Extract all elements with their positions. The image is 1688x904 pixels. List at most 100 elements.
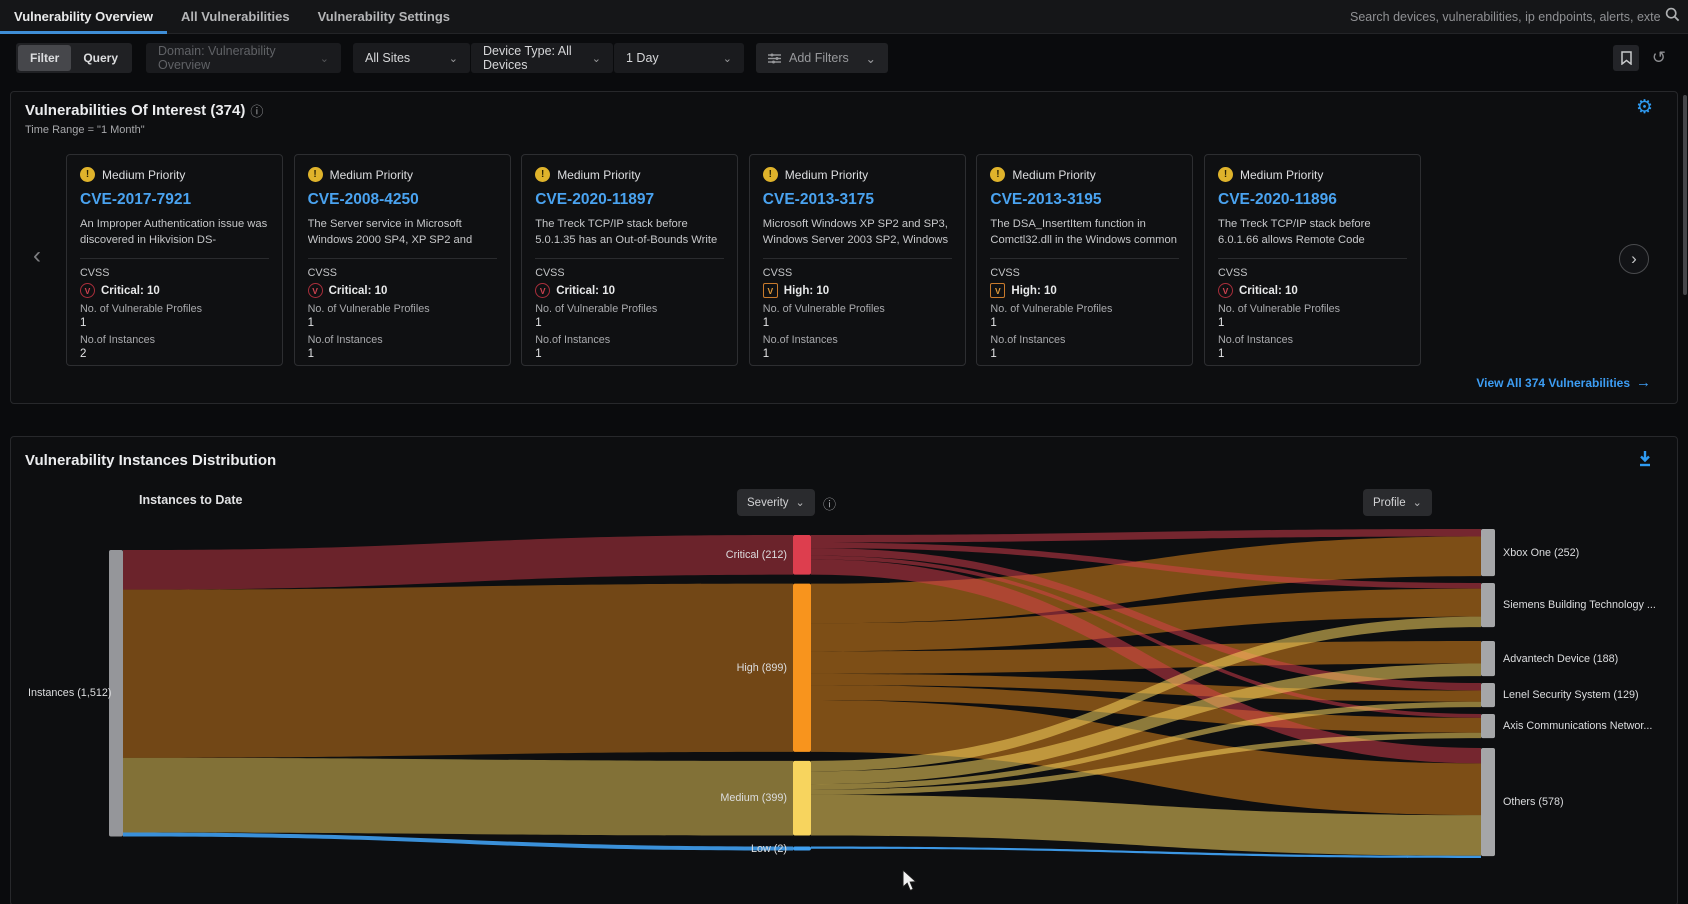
sankey-profile-node[interactable] xyxy=(1481,529,1495,576)
sankey-profile-node[interactable] xyxy=(1481,748,1495,856)
priority-icon xyxy=(80,167,95,182)
sankey-severity-node[interactable] xyxy=(793,584,811,752)
global-search[interactable] xyxy=(1350,5,1680,29)
reset-icon[interactable]: ↺ xyxy=(1646,43,1672,73)
severity-value: Critical: 10 xyxy=(1239,285,1298,297)
sankey-profile-node[interactable] xyxy=(1481,683,1495,707)
add-filters-label: Add Filters xyxy=(789,51,866,65)
severity-icon xyxy=(308,283,323,298)
priority-label: Medium Priority xyxy=(1012,168,1095,182)
chevron-down-icon: ⌄ xyxy=(320,52,329,65)
instances-label: No.of Instances xyxy=(763,334,952,346)
vulnerability-card[interactable]: Medium Priority CVE-2008-4250 The Server… xyxy=(294,154,511,366)
vulnerability-card[interactable]: Medium Priority CVE-2020-11897 The Treck… xyxy=(521,154,738,366)
sankey-profile-label: Xbox One (252) xyxy=(1503,547,1579,559)
sankey-flow[interactable] xyxy=(123,584,793,758)
sankey-severity-node[interactable] xyxy=(793,535,811,575)
sankey-profile-label: Siemens Building Technology ... xyxy=(1503,599,1656,611)
instances-value: 1 xyxy=(763,348,952,360)
vulnerability-card[interactable]: Medium Priority CVE-2017-7921 An Imprope… xyxy=(66,154,283,366)
sankey-flow[interactable] xyxy=(123,535,793,590)
instances-to-date-label: Instances to Date xyxy=(139,493,243,507)
domain-dropdown[interactable]: Domain: Vulnerability Overview ⌄ xyxy=(146,43,341,73)
cve-link[interactable]: CVE-2013-3175 xyxy=(763,191,952,209)
info-icon[interactable]: ⓘ xyxy=(250,101,263,120)
severity-icon xyxy=(990,283,1005,298)
add-filters-dropdown[interactable]: Add Filters ⌄ xyxy=(756,43,888,73)
sankey-profile-node[interactable] xyxy=(1481,714,1495,738)
tab-all-vulnerabilities[interactable]: All Vulnerabilities xyxy=(167,0,304,34)
carousel-right-button[interactable]: › xyxy=(1619,244,1649,274)
bookmark-button[interactable] xyxy=(1613,45,1639,71)
gear-icon[interactable]: ⚙ xyxy=(1636,98,1653,117)
instances-value: 1 xyxy=(308,348,497,360)
mouse-cursor xyxy=(902,870,920,897)
profiles-value: 1 xyxy=(1218,317,1407,329)
sankey-profile-node[interactable] xyxy=(1481,583,1495,627)
filter-mode-button[interactable]: Filter xyxy=(18,45,71,71)
sankey-profile-label: Lenel Security System (129) xyxy=(1503,689,1639,701)
sankey-chart[interactable]: Instances (1,512) Critical (212) High (899… xyxy=(11,516,1679,896)
sankey-severity-node[interactable] xyxy=(793,847,811,851)
severity-value: Critical: 10 xyxy=(556,285,615,297)
instances-value: 2 xyxy=(80,348,269,360)
cve-link[interactable]: CVE-2008-4250 xyxy=(308,191,497,209)
severity-value: High: 10 xyxy=(1011,285,1056,297)
vulnerability-card[interactable]: Medium Priority CVE-2013-3195 The DSA_In… xyxy=(976,154,1193,366)
vulnerabilities-of-interest-panel: Vulnerabilities Of Interest (374) ⓘ Time… xyxy=(10,91,1678,404)
instances-distribution-panel: Vulnerability Instances Distribution Ins… xyxy=(10,436,1678,904)
card-divider xyxy=(308,258,497,259)
search-input[interactable] xyxy=(1350,10,1661,24)
device-type-dropdown[interactable]: Device Type: All Devices ⌄ xyxy=(471,43,613,73)
card-divider xyxy=(990,258,1179,259)
download-icon[interactable] xyxy=(1637,450,1653,471)
tab-vulnerability-settings[interactable]: Vulnerability Settings xyxy=(304,0,464,34)
view-all-vulnerabilities-link[interactable]: View All 374 Vulnerabilities → xyxy=(1476,374,1651,391)
profile-groupby-dropdown[interactable]: Profile ⌄ xyxy=(1363,489,1432,516)
scrollbar[interactable] xyxy=(1683,95,1687,295)
priority-icon xyxy=(535,167,550,182)
query-mode-button[interactable]: Query xyxy=(71,45,130,71)
cve-link[interactable]: CVE-2020-11896 xyxy=(1218,191,1407,209)
card-divider xyxy=(1218,258,1407,259)
sankey-flow[interactable] xyxy=(123,758,793,836)
priority-label: Medium Priority xyxy=(1240,168,1323,182)
info-icon[interactable]: ⓘ xyxy=(823,494,836,513)
profiles-label: No. of Vulnerable Profiles xyxy=(763,303,952,315)
vulnerability-card[interactable]: Medium Priority CVE-2013-3175 Microsoft … xyxy=(749,154,966,366)
sites-dropdown[interactable]: All Sites ⌄ xyxy=(353,43,470,73)
sankey-profile-label: Others (578) xyxy=(1503,796,1564,808)
instances-value: 1 xyxy=(990,348,1179,360)
cve-link[interactable]: CVE-2020-11897 xyxy=(535,191,724,209)
sankey-severity-label: Critical (212) xyxy=(726,549,787,561)
sliders-icon xyxy=(768,53,781,64)
sankey-profile-node[interactable] xyxy=(1481,641,1495,676)
instances-label: No.of Instances xyxy=(535,334,724,346)
profiles-value: 1 xyxy=(990,317,1179,329)
severity-groupby-dropdown[interactable]: Severity ⌄ xyxy=(737,489,815,516)
profiles-value: 1 xyxy=(535,317,724,329)
sankey-source-label: Instances (1,512) xyxy=(28,687,111,699)
top-nav: Vulnerability Overview All Vulnerabiliti… xyxy=(0,0,1688,34)
sankey-severity-label: High (899) xyxy=(737,662,787,674)
chevron-right-icon: › xyxy=(1631,249,1637,269)
cve-link[interactable]: CVE-2013-3195 xyxy=(990,191,1179,209)
priority-icon xyxy=(1218,167,1233,182)
time-range-dropdown[interactable]: 1 Day ⌄ xyxy=(614,43,744,73)
filter-query-toggle: Filter Query xyxy=(16,43,132,73)
cve-link[interactable]: CVE-2017-7921 xyxy=(80,191,269,209)
vid-title: Vulnerability Instances Distribution xyxy=(25,452,276,469)
chevron-down-icon: ⌄ xyxy=(449,52,458,65)
sankey-svg xyxy=(91,516,1511,896)
tab-vulnerability-overview[interactable]: Vulnerability Overview xyxy=(0,0,167,34)
sankey-severity-node[interactable] xyxy=(793,761,811,836)
cvss-label: CVSS xyxy=(535,267,724,279)
profiles-value: 1 xyxy=(80,317,269,329)
search-icon[interactable] xyxy=(1665,7,1680,27)
view-all-label: View All 374 Vulnerabilities xyxy=(1476,376,1630,390)
instances-label: No.of Instances xyxy=(990,334,1179,346)
cve-cards-row: Medium Priority CVE-2017-7921 An Imprope… xyxy=(11,154,1679,367)
vulnerability-card[interactable]: Medium Priority CVE-2020-11896 The Treck… xyxy=(1204,154,1421,366)
sankey-profile-label: Advantech Device (188) xyxy=(1503,653,1618,665)
card-divider xyxy=(535,258,724,259)
